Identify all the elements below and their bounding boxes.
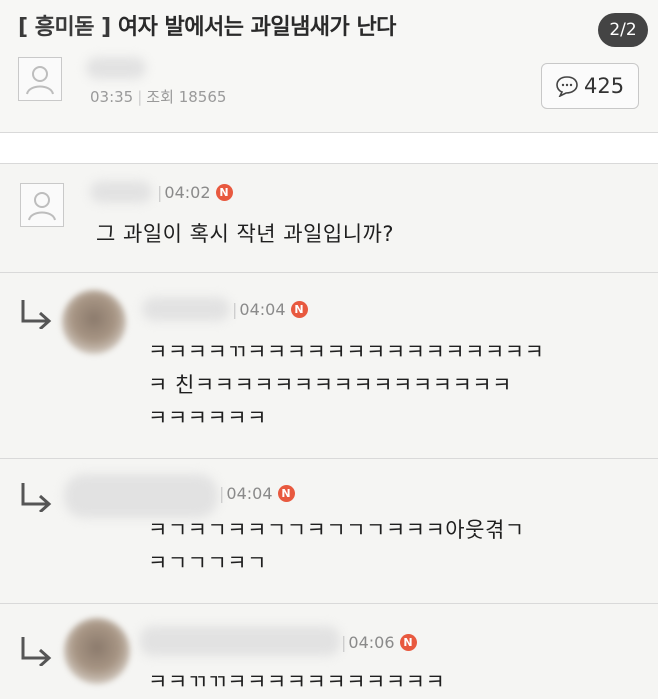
reply-time: | 04:06 N (341, 633, 417, 652)
commenter-name-blurred (90, 181, 152, 203)
post-title-row: [ 흥미돋 ] 여자 발에서는 과일냄새가 난다 (18, 9, 396, 41)
comment-time: | 04:02 N (157, 183, 233, 202)
post-category: [ 흥미돋 ] (18, 15, 111, 40)
reply-time: | 04:04 N (232, 300, 308, 319)
reply-arrow-icon (21, 637, 52, 666)
reply-author-blurred (140, 626, 340, 656)
views-label: 조회 (146, 88, 174, 106)
comment-divider (0, 272, 658, 273)
comment-bubble-icon (556, 76, 578, 97)
new-badge-icon: N (277, 485, 295, 502)
comments-top-divider (0, 163, 658, 164)
reply-divider (0, 603, 658, 604)
author-name-blurred (86, 57, 146, 79)
reply-author-blurred (142, 297, 230, 321)
views-count: 18565 (178, 88, 227, 106)
post-time: 03:35 (90, 88, 134, 106)
reply-text: ㅋㅋㅋㅋㄲㅋㅋㅋㅋㅋㅋㅋㅋㅋㅋㅋㅋㅋㅋㅋ ㅋ 친ㅋㅋㅋㅋㅋㅋㅋㅋㅋㅋㅋㅋㅋㅋㅋㅋ… (148, 340, 545, 430)
comment-count-button[interactable]: 425 (541, 63, 639, 109)
commenter-avatar[interactable] (20, 183, 64, 227)
page-indicator[interactable]: 2/2 (598, 13, 648, 47)
post-meta: 03:35 | 조회 18565 (90, 88, 227, 106)
section-gap (0, 133, 658, 163)
reply-avatar-photo[interactable] (62, 290, 126, 354)
reply-text: ㅋㄱㅋㄱㅋㅋㄱㄱㅋㄱㄱㄱㅋㅋㅋ아웃겪ㄱ ㅋㄱㄱㄱㅋㄱ (148, 518, 525, 575)
reply-time: | 04:04 N (219, 484, 295, 503)
reply-arrow-icon (21, 483, 52, 512)
reply-text: ㅋㅋㄲㄲㅋㅋㅋㅋㅋㅋㅋㅋㅋㅋㅋ (148, 670, 446, 694)
reply-avatar-photo[interactable] (64, 618, 130, 684)
new-badge-icon: N (290, 301, 308, 318)
reply-author-blurred (64, 474, 218, 518)
new-badge-icon: N (399, 634, 417, 651)
comment-text: 그 과일이 혹시 작년 과일입니까? (96, 222, 395, 246)
default-avatar-icon (26, 66, 54, 95)
comment-count: 425 (584, 74, 625, 98)
author-avatar[interactable] (18, 57, 62, 101)
default-avatar-icon (28, 192, 56, 221)
post-title: 여자 발에서는 과일냄새가 난다 (117, 15, 397, 40)
reply-divider (0, 458, 658, 459)
new-badge-icon: N (215, 184, 233, 201)
reply-arrow-icon (21, 300, 52, 329)
